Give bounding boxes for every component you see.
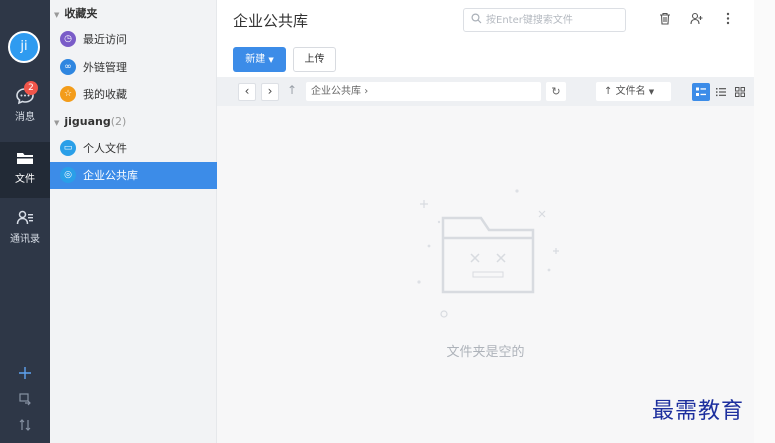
watermark: 最需教育 [652,399,745,424]
sort-label: 文件名 [615,86,646,97]
avatar[interactable]: ji [8,31,40,63]
caret-down-icon: ▼ [648,88,655,96]
personal-folder-icon: ▭ [60,140,76,156]
refresh-icon[interactable]: ↻ [546,82,566,101]
sort-dropdown[interactable]: ↑ 文件名 ▼ [596,82,671,101]
caret-down-icon: ▼ [268,56,274,64]
page-title: 企业公共库 [233,12,309,30]
favorites-title: 收藏夹 [64,7,98,20]
main-area: 企业公共库 新建 ▼ 上传 ‹ › ↑ 企业公共库 › ↻ ↑ 文件名 ▼ [217,0,754,443]
search-icon [471,13,482,27]
rail-item-files[interactable]: 文件 [0,142,50,198]
transfer-icon[interactable] [0,418,50,436]
panel-item-personal[interactable]: ▭ 个人文件 [50,135,217,162]
account-count: (2) [110,115,127,128]
search-box[interactable] [463,8,626,32]
scrollbar-track[interactable] [754,0,775,443]
panel-item-label: 企业公共库 [83,169,138,182]
detail-view-icon[interactable] [692,83,710,101]
chevron-right-icon: › [364,86,369,97]
rail-label-messages: 消息 [15,112,35,123]
panel-item-label: 个人文件 [83,142,127,155]
favorites-group-header[interactable]: ▼ 收藏夹 [50,2,217,26]
empty-folder-icon [417,189,559,318]
panel-item-label: 我的收藏 [83,88,127,101]
new-button[interactable]: 新建 ▼ [233,47,286,72]
path-toolbar: ‹ › ↑ 企业公共库 › ↻ ↑ 文件名 ▼ [217,77,754,106]
plus-icon[interactable] [0,366,50,384]
upload-button[interactable]: 上传 [293,47,336,72]
sync-icon[interactable] [0,392,50,410]
search-input[interactable] [486,12,620,28]
breadcrumb-item[interactable]: 企业公共库 [311,86,361,97]
recent-icon: ◷ [60,31,76,47]
app-window: ji 2 消息 文件 通讯录 ▼ 收藏夹 ◷ 最近访问 ∞ 外链管理 ☆ 我的收… [0,0,775,443]
star-icon: ☆ [60,86,76,102]
forward-button[interactable]: › [261,83,279,101]
caret-down-icon: ▼ [54,119,60,127]
account-group-header[interactable]: ▼ jiguang(2) [50,110,217,134]
rail-label-contacts: 通讯录 [10,234,40,245]
panel-item-label: 外链管理 [83,61,127,74]
trash-icon[interactable] [657,12,673,28]
sort-arrow-icon: ↑ [604,86,613,97]
side-panel: ▼ 收藏夹 ◷ 最近访问 ∞ 外链管理 ☆ 我的收藏 ▼ jiguang(2) ▭ 个人文件… [50,0,217,443]
panel-item-links[interactable]: ∞ 外链管理 [50,54,217,81]
rail-item-messages[interactable]: 2 消息 [0,80,50,136]
add-member-icon[interactable] [688,12,704,28]
panel-item-public-library[interactable]: ◎ 企业公共库 [50,162,217,189]
up-level-icon[interactable]: ↑ [283,83,301,101]
grid-view-icon[interactable] [731,83,749,101]
caret-down-icon: ▼ [54,11,60,19]
left-rail: ji 2 消息 文件 通讯录 [0,0,50,443]
back-button[interactable]: ‹ [238,83,256,101]
panel-item-favorites[interactable]: ☆ 我的收藏 [50,81,217,108]
breadcrumb[interactable]: 企业公共库 › [306,82,541,101]
contacts-icon [0,202,50,230]
rail-label-files: 文件 [15,174,35,185]
list-view-icon[interactable] [712,83,730,101]
new-button-label: 新建 [245,54,266,65]
folder-icon [0,142,50,170]
public-library-icon: ◎ [60,167,76,183]
more-icon[interactable] [720,12,736,28]
unread-badge: 2 [24,81,38,95]
panel-item-recent[interactable]: ◷ 最近访问 [50,26,217,53]
empty-state-text: 文件夹是空的 [446,345,525,360]
account-title: jiguang [64,115,111,128]
panel-item-label: 最近访问 [83,33,127,46]
rail-item-contacts[interactable]: 通讯录 [0,202,50,258]
link-icon: ∞ [60,59,76,75]
